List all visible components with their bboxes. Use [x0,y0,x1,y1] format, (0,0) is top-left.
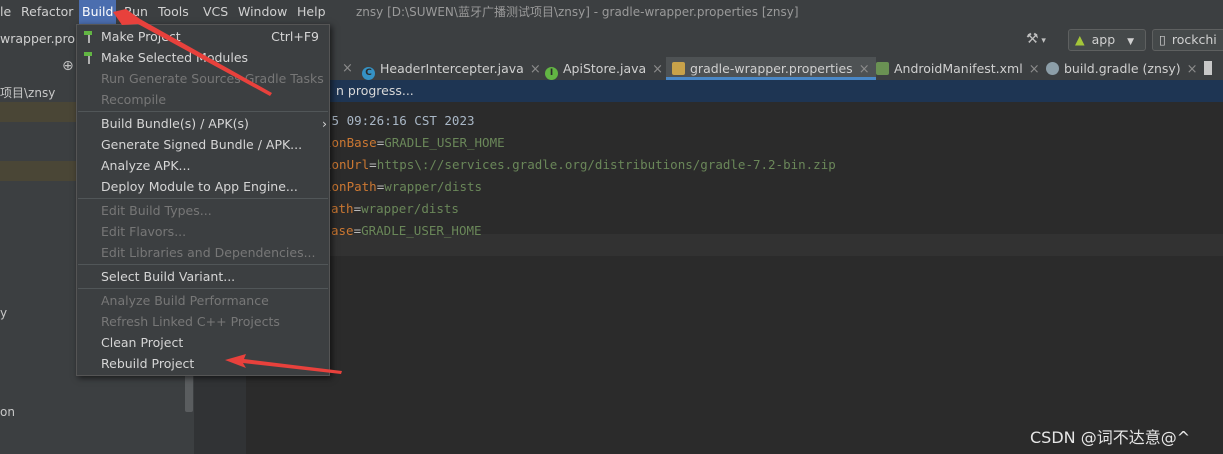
class-icon: C [362,67,375,80]
menu-item-edit-libraries[interactable]: Edit Libraries and Dependencies... [77,242,329,263]
close-icon[interactable]: × [859,62,870,77]
menu-item-generate-signed[interactable]: Generate Signed Bundle / APK... [77,134,329,155]
menu-item-clean-project[interactable]: Clean Project [77,332,329,353]
menu-item-edit-build-types[interactable]: Edit Build Types... [77,200,329,221]
run-config-select[interactable]: ▲ app ▼ [1068,29,1146,51]
device-icon: ▯ [1159,32,1166,47]
breadcrumb[interactable]: wrapper.prop [0,31,83,46]
tab-label: build.gradle (znsy) [1064,61,1181,76]
menu-item-select-build-variant[interactable]: Select Build Variant... [77,266,329,287]
device-label: rockchi [1171,32,1217,47]
code-line: ionUrl=https\://services.gradle.org/dist… [324,157,836,172]
tab-label: gradle-wrapper.properties [690,61,853,76]
watermark: CSDN @词不达意@^ [1030,428,1191,447]
code-editor[interactable]: .5 09:26:16 CST 2023 ionBase=GRADLE_USER… [246,102,1223,454]
build-hammer-icon[interactable]: ⚒ ▾ [1026,31,1046,47]
tree-item-on[interactable]: on [0,405,15,419]
code-line: .5 09:26:16 CST 2023 [324,113,475,128]
menu-item-make-selected-modules[interactable]: Make Selected Modules [77,47,329,68]
menu-item-make-project[interactable]: Make Project Ctrl+F9 [77,26,329,47]
code-line: ionBase=GRADLE_USER_HOME [324,135,505,150]
project-path[interactable]: 项目\znsy [0,84,55,101]
window-title: znsy [D:\SUWEN\蓝牙广播测试项目\znsy] - gradle-w… [356,5,799,19]
code-line: ath=wrapper/dists [331,201,459,216]
menu-item-run-generate-sources[interactable]: Run Generate Sources Gradle Tasks [77,68,329,89]
menu-build[interactable]: Build [79,0,117,24]
menu-tools[interactable]: Tools [155,0,192,24]
android-icon: ▲ [1075,32,1085,47]
menu-separator [78,288,328,289]
menu-item-analyze-apk[interactable]: Analyze APK... [77,155,329,176]
properties-icon [672,62,685,75]
hammer-icon [84,31,92,43]
tab-android-manifest[interactable]: AndroidManifest.xml × [876,57,1040,80]
menu-file[interactable]: le [0,0,14,24]
notification-text: n progress... [336,83,414,98]
hammer-icon [84,52,92,64]
close-icon[interactable]: × [530,62,541,77]
code-line: ionPath=wrapper/dists [324,179,483,194]
notification-bar: n progress... [246,80,1223,102]
tab-build-gradle[interactable]: build.gradle (znsy) × [1046,57,1198,80]
tab-apistore[interactable]: I ApiStore.java × [545,57,663,80]
menu-item-analyze-build-performance[interactable]: Analyze Build Performance [77,290,329,311]
manifest-icon [876,62,889,75]
tab-label: HeaderIntercepter.java [380,61,524,76]
submenu-arrow-icon: › [322,116,327,131]
tree-item-y[interactable]: y [0,306,7,320]
menu-window[interactable]: Window [235,0,290,24]
menu-separator [78,264,328,265]
menu-item-deploy-module[interactable]: Deploy Module to App Engine... [77,176,329,197]
menu-item-refresh-linked-cpp[interactable]: Refresh Linked C++ Projects [77,311,329,332]
tab-header-intercepter[interactable]: C HeaderIntercepter.java × [362,57,541,80]
close-icon[interactable]: × [1029,62,1040,77]
tree-highlight-row[interactable] [0,102,78,122]
menu-run[interactable]: Run [121,0,151,24]
menu-item-recompile[interactable]: Recompile [77,89,329,110]
menu-item-rebuild-project[interactable]: Rebuild Project [77,353,329,374]
tab-gradle-wrapper-properties[interactable]: gradle-wrapper.properties × [666,57,876,80]
menu-separator [78,198,328,199]
tab-label: ApiStore.java [563,61,647,76]
gear-icon[interactable]: ⊕ [62,59,76,73]
tree-highlight-row[interactable] [0,161,78,181]
chevron-down-icon: ▼ [1127,37,1135,47]
close-icon[interactable]: × [652,62,663,77]
tab-label: AndroidManifest.xml [894,61,1023,76]
scrollbar[interactable] [185,372,193,412]
close-icon[interactable]: × [342,61,353,76]
menu-item-build-bundles[interactable]: Build Bundle(s) / APK(s) › [77,113,329,134]
build-menu-dropdown: Make Project Ctrl+F9 Make Selected Module… [76,24,330,376]
device-select[interactable]: ▯ rockchi [1152,29,1223,51]
gradle-icon [1046,62,1059,75]
interface-icon: I [545,67,558,80]
menu-vcs[interactable]: VCS [200,0,231,24]
code-line: ase=GRADLE_USER_HOME [331,223,482,238]
close-icon[interactable]: × [1187,62,1198,77]
menu-refactor[interactable]: Refactor [18,0,76,24]
run-config-label: app [1091,32,1116,47]
tab-overflow-icon[interactable] [1204,61,1212,75]
menu-help[interactable]: Help [294,0,329,24]
menu-bar: le Refactor Build Run Tools VCS Window H… [0,0,1223,24]
editor-tabs: × C HeaderIntercepter.java × I ApiStore.jav… [194,57,1223,81]
menu-separator [78,111,328,112]
menu-item-edit-flavors[interactable]: Edit Flavors... [77,221,329,242]
